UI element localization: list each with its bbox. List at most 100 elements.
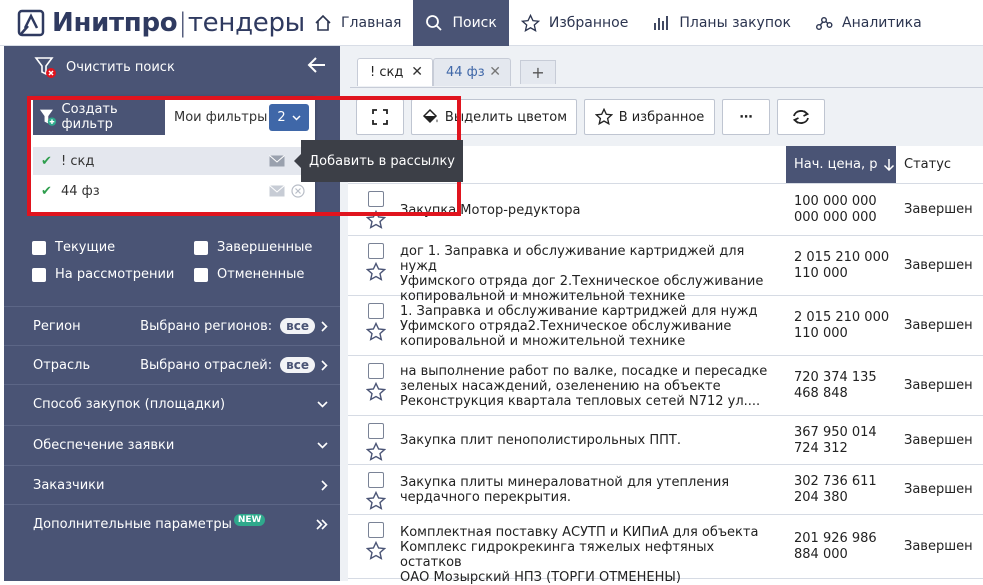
tender-status: Завершен xyxy=(904,539,973,554)
tender-price: 2 015 210 000 110 000 xyxy=(794,310,890,341)
row-checkbox[interactable] xyxy=(368,472,384,488)
check-icon: ✔ xyxy=(41,153,52,169)
close-icon[interactable]: ✕ xyxy=(489,64,501,80)
create-filter-button[interactable]: Создать фильтр xyxy=(33,99,165,135)
highlight-color-button[interactable]: Выделить цветом xyxy=(411,99,577,135)
row-checkbox[interactable] xyxy=(368,303,384,319)
checkbox[interactable] xyxy=(32,267,46,282)
tender-status: Завершен xyxy=(904,433,973,448)
star-icon[interactable] xyxy=(366,262,386,282)
sidebar-row-region[interactable]: Регион Выбрано регионов: все xyxy=(4,306,340,345)
tender-price: 100 000 000 000 000 000 xyxy=(794,194,877,225)
refresh-button[interactable] xyxy=(777,99,825,135)
filter-clear-icon xyxy=(34,57,56,78)
table-row[interactable]: Закупка плиты минераловатной для утеплен… xyxy=(348,465,983,515)
column-header-status[interactable]: Статус xyxy=(904,146,951,183)
tender-name[interactable]: Закупка плиты минераловатной для утеплен… xyxy=(400,475,775,505)
row-checkbox[interactable] xyxy=(368,191,384,207)
tender-name[interactable]: на выполнение работ по валке, посадке и … xyxy=(400,364,775,409)
add-tab-button[interactable]: + xyxy=(520,60,556,84)
table-row[interactable]: Закупка Мотор-редуктора 100 000 000 000 00… xyxy=(348,184,983,236)
results-table: Нач. цена, р Статус Закупка Мотор-редукт… xyxy=(348,146,983,585)
tab-skd[interactable]: ! скд ✕ xyxy=(357,58,433,86)
all-pill: все xyxy=(280,318,315,334)
checkbox-current[interactable]: Текущие xyxy=(32,240,115,255)
nav-favorites[interactable]: Избранное xyxy=(509,0,641,46)
sidebar-row-extra-params[interactable]: Дополнительные параметры NEW xyxy=(4,504,340,543)
tender-name[interactable]: Закупка плит пенополистирольных ППТ. xyxy=(400,433,775,448)
checkbox-finished[interactable]: Завершенные xyxy=(194,240,312,255)
chevron-right-icon xyxy=(321,479,328,491)
sidebar: Очистить поиск Создать фильтр Мои фильтр… xyxy=(4,46,340,581)
chevron-down-icon xyxy=(292,114,301,121)
main-content: ! скд ✕ 44 фз ✕ + Выделить цветом В избр… xyxy=(340,46,983,585)
table-row[interactable]: Закупка плит пенополистирольных ППТ. 367 … xyxy=(348,416,983,465)
sidebar-row-customers[interactable]: Заказчики xyxy=(4,465,340,504)
clear-search-button[interactable]: Очистить поиск xyxy=(34,56,175,78)
star-icon[interactable] xyxy=(366,382,386,402)
sidebar-row-industry[interactable]: Отрасль Выбрано отраслей: все xyxy=(4,345,340,384)
refresh-icon xyxy=(792,110,810,124)
collapse-arrow-icon[interactable] xyxy=(306,54,328,76)
star-icon[interactable] xyxy=(366,210,386,230)
sort-down-icon xyxy=(883,159,894,171)
chevron-down-icon xyxy=(317,400,328,408)
table-row[interactable]: дог 1. Заправка и обслуживание картридже… xyxy=(348,236,983,304)
nav-plans[interactable]: Планы закупок xyxy=(640,0,803,46)
star-icon[interactable] xyxy=(366,442,386,462)
tender-name[interactable]: дог 1. Заправка и обслуживание картридже… xyxy=(400,244,775,304)
sidebar-row-procurement-method[interactable]: Способ закупок (площадки) xyxy=(4,384,340,423)
tender-price: 367 950 014 724 312 xyxy=(794,425,877,456)
filter-item[interactable]: ✔ 44 фз xyxy=(33,177,315,205)
star-icon[interactable] xyxy=(366,322,386,342)
row-checkbox[interactable] xyxy=(368,522,384,538)
column-header-price[interactable]: Нач. цена, р xyxy=(786,146,896,183)
nav-home[interactable]: Главная xyxy=(302,0,413,46)
new-badge: NEW xyxy=(233,513,266,526)
remove-filter-icon[interactable] xyxy=(291,184,305,198)
table-row[interactable]: Комплектная поставку АСУТП и КИПиА для о… xyxy=(348,515,983,585)
filter-item[interactable]: ✔ ! скд xyxy=(33,147,315,175)
star-icon[interactable] xyxy=(366,491,386,511)
chevron-right-icon xyxy=(321,320,328,332)
checkbox[interactable] xyxy=(194,267,208,282)
tooltip: Добавить в рассылку xyxy=(294,140,463,182)
nav-search[interactable]: Поиск xyxy=(413,0,509,46)
filter-panel: Создать фильтр Мои фильтры 2 ✔ ! скд ✔ 4… xyxy=(31,96,315,212)
all-pill: все xyxy=(280,357,315,373)
row-checkbox[interactable] xyxy=(368,363,384,379)
checkbox-cancelled[interactable]: Отмененные xyxy=(194,267,304,282)
search-tabs: ! скд ✕ 44 фз ✕ + xyxy=(340,46,983,88)
checkbox[interactable] xyxy=(194,240,208,255)
mail-icon[interactable] xyxy=(269,155,285,167)
table-row[interactable]: на выполнение работ по валке, посадке и … xyxy=(348,356,983,416)
row-checkbox[interactable] xyxy=(368,423,384,439)
close-icon[interactable]: ✕ xyxy=(411,64,423,80)
add-to-favorites-button[interactable]: В избранное xyxy=(584,99,715,135)
logo-rest: тендеры xyxy=(187,8,305,38)
star-icon xyxy=(520,13,540,32)
checkbox-review[interactable]: На рассмотрении xyxy=(32,267,174,282)
star-icon[interactable] xyxy=(366,541,386,561)
checkbox[interactable] xyxy=(32,240,46,255)
row-checkbox[interactable] xyxy=(368,243,384,259)
more-button[interactable]: ⋯ xyxy=(722,99,770,135)
mail-icon[interactable] xyxy=(269,185,285,197)
tender-name[interactable]: Закупка Мотор-редуктора xyxy=(400,203,775,218)
my-filters-dropdown[interactable]: 2 xyxy=(269,104,309,131)
tender-name[interactable]: 1. Заправка и обслуживание картриджей дл… xyxy=(400,304,775,349)
table-row[interactable]: 1. Заправка и обслуживание картриджей дл… xyxy=(348,296,983,356)
tender-name[interactable]: Комплектная поставку АСУТП и КИПиА для о… xyxy=(400,525,775,585)
tender-status: Завершен xyxy=(904,202,973,217)
sidebar-row-security[interactable]: Обеспечение заявки xyxy=(4,425,340,464)
nav-analytics[interactable]: Аналитика xyxy=(803,0,934,46)
tender-status: Завершен xyxy=(904,482,973,497)
filter-add-icon xyxy=(39,109,57,126)
star-icon xyxy=(594,108,613,126)
logo[interactable]: Инитпро|тендеры xyxy=(16,6,305,40)
fullscreen-button[interactable] xyxy=(356,99,404,135)
paint-bucket-icon xyxy=(422,108,438,124)
main-nav: Главная Поиск Избранное Планы закупок Ан… xyxy=(302,0,934,46)
logo-icon xyxy=(17,9,45,37)
tab-44fz[interactable]: 44 фз ✕ xyxy=(433,58,511,86)
